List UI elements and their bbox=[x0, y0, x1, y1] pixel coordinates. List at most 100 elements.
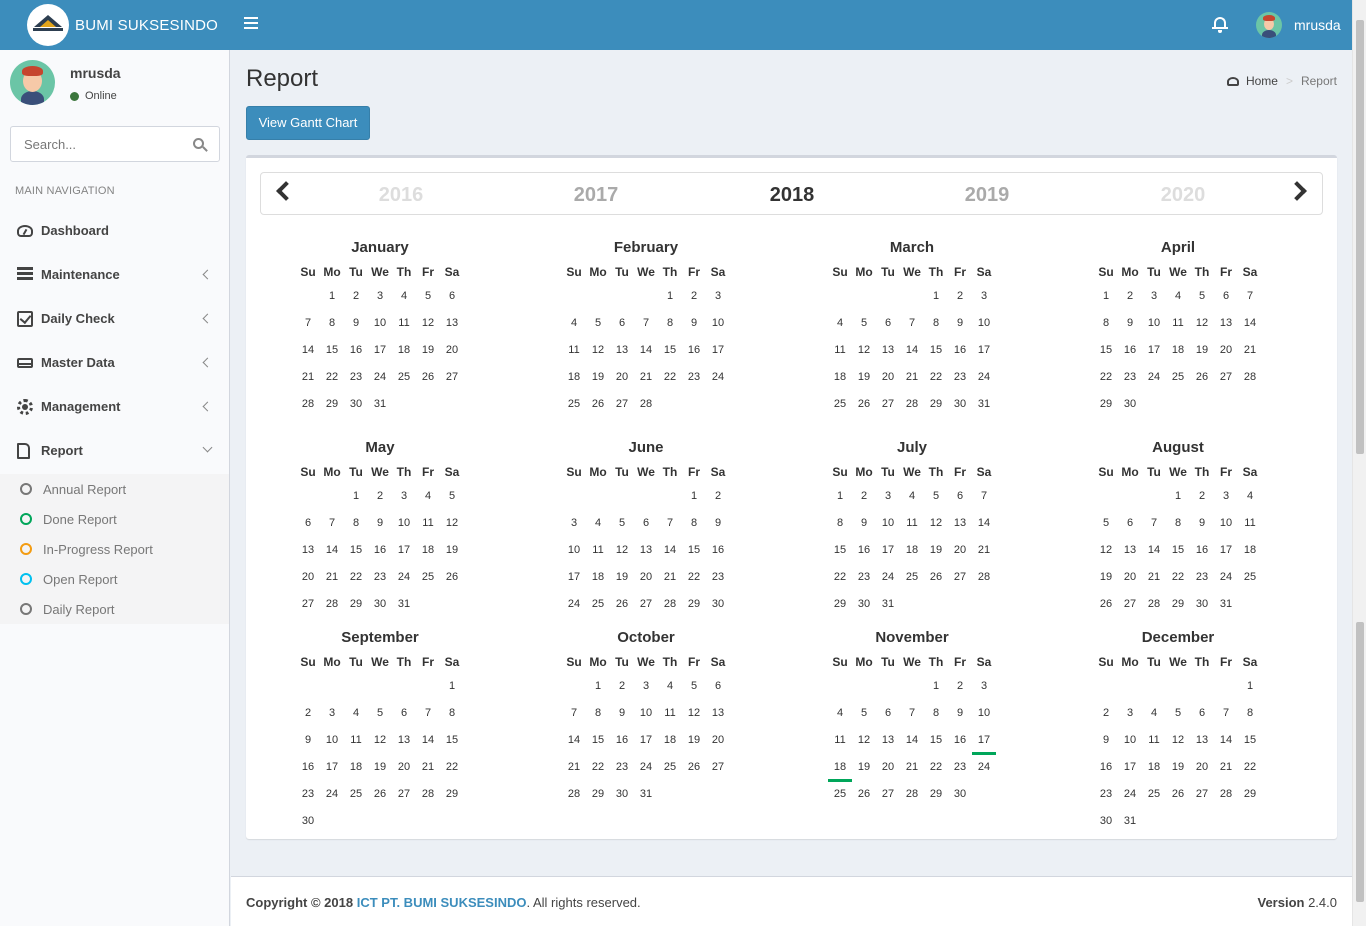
calendar-day[interactable]: 28 bbox=[658, 597, 682, 617]
calendar-day[interactable]: 29 bbox=[924, 397, 948, 417]
calendar-day[interactable]: 26 bbox=[852, 787, 876, 807]
calendar-day[interactable]: 31 bbox=[1214, 597, 1238, 617]
calendar-day[interactable]: 23 bbox=[344, 370, 368, 390]
calendar-day[interactable]: 1 bbox=[344, 489, 368, 509]
calendar-day[interactable]: 8 bbox=[1094, 316, 1118, 336]
calendar-day[interactable]: 5 bbox=[924, 489, 948, 509]
calendar-day[interactable]: 22 bbox=[320, 370, 344, 390]
calendar-day[interactable]: 15 bbox=[1238, 733, 1262, 753]
calendar-day[interactable]: 22 bbox=[924, 760, 948, 780]
calendar-day[interactable]: 27 bbox=[392, 787, 416, 807]
calendar-day[interactable]: 19 bbox=[852, 760, 876, 780]
calendar-day[interactable]: 25 bbox=[658, 760, 682, 780]
calendar-day[interactable]: 14 bbox=[1214, 733, 1238, 753]
calendar-day[interactable]: 2 bbox=[296, 706, 320, 726]
calendar-day[interactable]: 28 bbox=[900, 397, 924, 417]
calendar-day[interactable]: 18 bbox=[416, 543, 440, 563]
user-menu[interactable]: mrusda bbox=[1256, 12, 1341, 38]
calendar-day[interactable]: 1 bbox=[1166, 489, 1190, 509]
calendar-day[interactable]: 11 bbox=[828, 733, 852, 753]
calendar-day[interactable]: 2 bbox=[706, 489, 730, 509]
calendar-day[interactable]: 15 bbox=[682, 543, 706, 563]
chevron-right-icon[interactable] bbox=[1287, 181, 1307, 201]
calendar-day[interactable]: 2 bbox=[682, 289, 706, 309]
calendar-day[interactable]: 15 bbox=[344, 543, 368, 563]
calendar-day[interactable]: 9 bbox=[948, 706, 972, 726]
calendar-day[interactable]: 20 bbox=[440, 343, 464, 363]
calendar-day[interactable]: 18 bbox=[1238, 543, 1262, 563]
calendar-day[interactable]: 9 bbox=[948, 316, 972, 336]
calendar-day[interactable]: 30 bbox=[948, 787, 972, 807]
calendar-day[interactable]: 1 bbox=[320, 289, 344, 309]
calendar-day[interactable]: 8 bbox=[1238, 706, 1262, 726]
calendar-day[interactable]: 13 bbox=[1214, 316, 1238, 336]
calendar-day[interactable]: 1 bbox=[440, 679, 464, 699]
calendar-day[interactable]: 6 bbox=[1214, 289, 1238, 309]
calendar-day[interactable]: 18 bbox=[392, 343, 416, 363]
calendar-day[interactable]: 1 bbox=[682, 489, 706, 509]
calendar-day[interactable]: 4 bbox=[828, 706, 852, 726]
calendar-day[interactable]: 30 bbox=[852, 597, 876, 617]
calendar-day[interactable]: 11 bbox=[392, 316, 416, 336]
calendar-day[interactable]: 16 bbox=[610, 733, 634, 753]
calendar-day[interactable]: 31 bbox=[368, 397, 392, 417]
calendar-day[interactable]: 27 bbox=[440, 370, 464, 390]
calendar-day[interactable]: 31 bbox=[392, 597, 416, 617]
brand-logo-link[interactable]: BUMI SUKSESINDO bbox=[0, 0, 230, 50]
calendar-day[interactable]: 18 bbox=[344, 760, 368, 780]
calendar-day[interactable]: 29 bbox=[1166, 597, 1190, 617]
submenu-item-annual-report[interactable]: Annual Report bbox=[0, 474, 229, 504]
calendar-day[interactable]: 7 bbox=[634, 316, 658, 336]
calendar-day[interactable]: 27 bbox=[1214, 370, 1238, 390]
calendar-day[interactable]: 11 bbox=[1238, 516, 1262, 536]
calendar-day[interactable]: 31 bbox=[876, 597, 900, 617]
scrollbar-thumb[interactable] bbox=[1356, 622, 1364, 902]
calendar-day[interactable]: 16 bbox=[1094, 760, 1118, 780]
calendar-day[interactable]: 1 bbox=[586, 679, 610, 699]
calendar-day[interactable]: 19 bbox=[440, 543, 464, 563]
calendar-day[interactable]: 15 bbox=[924, 733, 948, 753]
calendar-day[interactable]: 17 bbox=[320, 760, 344, 780]
calendar-day[interactable]: 26 bbox=[1094, 597, 1118, 617]
calendar-day[interactable]: 28 bbox=[416, 787, 440, 807]
calendar-day[interactable]: 11 bbox=[828, 343, 852, 363]
calendar-day[interactable]: 11 bbox=[658, 706, 682, 726]
calendar-day[interactable]: 8 bbox=[682, 516, 706, 536]
calendar-day[interactable]: 17 bbox=[876, 543, 900, 563]
calendar-day[interactable]: 15 bbox=[586, 733, 610, 753]
calendar-day[interactable]: 12 bbox=[852, 343, 876, 363]
calendar-day[interactable]: 21 bbox=[1142, 570, 1166, 590]
calendar-day[interactable]: 4 bbox=[900, 489, 924, 509]
calendar-day[interactable]: 29 bbox=[1094, 397, 1118, 417]
calendar-day[interactable]: 9 bbox=[1190, 516, 1214, 536]
calendar-day[interactable]: 30 bbox=[706, 597, 730, 617]
calendar-day[interactable]: 19 bbox=[1190, 343, 1214, 363]
calendar-day[interactable]: 14 bbox=[900, 343, 924, 363]
year-option[interactable]: 2017 bbox=[556, 184, 636, 207]
calendar-day[interactable]: 27 bbox=[876, 787, 900, 807]
calendar-day[interactable]: 6 bbox=[1118, 516, 1142, 536]
calendar-day[interactable]: 25 bbox=[1142, 787, 1166, 807]
calendar-day[interactable]: 24 bbox=[1118, 787, 1142, 807]
calendar-day[interactable]: 24 bbox=[562, 597, 586, 617]
calendar-day[interactable]: 19 bbox=[1094, 570, 1118, 590]
calendar-day[interactable]: 7 bbox=[900, 316, 924, 336]
calendar-day[interactable]: 21 bbox=[658, 570, 682, 590]
calendar-day[interactable]: 13 bbox=[876, 343, 900, 363]
calendar-day[interactable]: 9 bbox=[610, 706, 634, 726]
calendar-day[interactable]: 22 bbox=[924, 370, 948, 390]
calendar-day[interactable]: 5 bbox=[852, 706, 876, 726]
calendar-day[interactable]: 3 bbox=[706, 289, 730, 309]
calendar-day[interactable]: 30 bbox=[344, 397, 368, 417]
calendar-day[interactable]: 13 bbox=[296, 543, 320, 563]
calendar-day[interactable]: 27 bbox=[1190, 787, 1214, 807]
calendar-day[interactable]: 16 bbox=[682, 343, 706, 363]
calendar-day[interactable]: 23 bbox=[368, 570, 392, 590]
calendar-day[interactable]: 29 bbox=[828, 597, 852, 617]
calendar-day[interactable]: 23 bbox=[1118, 370, 1142, 390]
calendar-day[interactable]: 12 bbox=[1190, 316, 1214, 336]
calendar-day[interactable]: 21 bbox=[634, 370, 658, 390]
calendar-day[interactable]: 7 bbox=[1214, 706, 1238, 726]
calendar-day[interactable]: 11 bbox=[1142, 733, 1166, 753]
calendar-day[interactable]: 5 bbox=[1166, 706, 1190, 726]
